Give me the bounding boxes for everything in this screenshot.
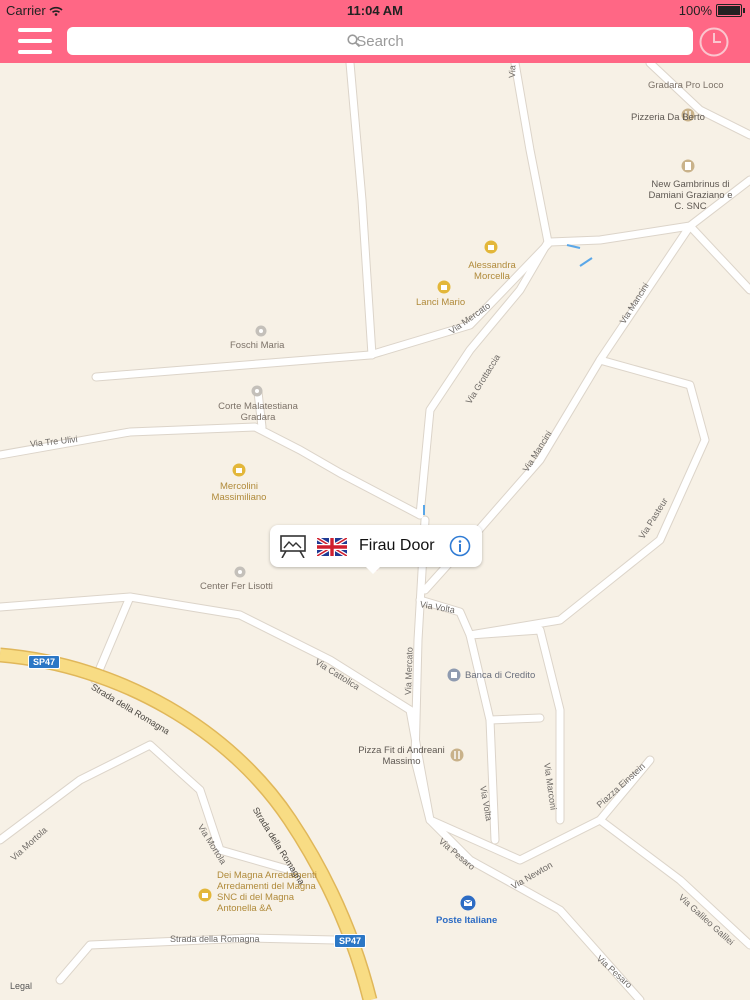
poi-marker[interactable] xyxy=(232,463,246,477)
uk-flag-icon xyxy=(317,538,347,556)
poi-marker[interactable] xyxy=(437,280,451,294)
poi-label[interactable]: Dei Magna Arredamenti Arredamenti del Ma… xyxy=(217,870,322,914)
map-view[interactable]: Gradara Pro Loco Pizzeria Da Berto New G… xyxy=(0,63,750,1000)
clock-time: 11:04 AM xyxy=(347,3,403,18)
poi-label[interactable]: Banca di Credito xyxy=(465,670,535,681)
poi-label[interactable]: Alessandra Morcella xyxy=(464,260,520,282)
status-bar: Carrier 11:04 AM 100% xyxy=(0,0,750,20)
poi-marker[interactable] xyxy=(234,566,246,578)
poi-marker[interactable] xyxy=(460,895,476,911)
street-label: Via Mercato xyxy=(403,646,415,696)
poi-marker[interactable] xyxy=(681,159,695,173)
navigation-bar: Search xyxy=(0,20,750,63)
battery-status: 100% xyxy=(679,3,745,18)
route-shield: SP47 xyxy=(334,934,367,948)
poi-label[interactable]: Center Fer Lisotti xyxy=(200,581,273,592)
poi-marker[interactable] xyxy=(484,240,498,254)
search-input[interactable]: Search xyxy=(67,27,693,55)
poi-label[interactable]: Poste Italiane xyxy=(436,915,497,926)
search-placeholder: Search xyxy=(356,33,404,50)
hamburger-menu-icon[interactable] xyxy=(18,28,52,54)
battery-icon xyxy=(716,4,745,17)
poi-marker[interactable] xyxy=(447,668,461,682)
poi-label[interactable]: Pizzeria Da Berto xyxy=(631,112,705,123)
poi-label[interactable]: Mercolini Massimiliano xyxy=(205,481,273,503)
route-shield: SP47 xyxy=(28,655,61,669)
poi-marker[interactable] xyxy=(255,325,267,337)
info-icon[interactable] xyxy=(449,535,471,557)
poi-label[interactable]: Lanci Mario xyxy=(416,297,465,308)
callout-title: Firau Door xyxy=(359,537,435,554)
clock-icon[interactable] xyxy=(698,26,730,58)
street-label: Strada della Romagna xyxy=(170,934,260,944)
easel-icon xyxy=(280,535,306,558)
poi-marker[interactable] xyxy=(450,748,464,762)
street-label: Via xyxy=(507,64,518,79)
poi-label[interactable]: Foschi Maria xyxy=(230,340,284,351)
callout-bubble[interactable]: Firau Door xyxy=(270,525,482,574)
poi-marker[interactable] xyxy=(251,385,263,397)
poi-label[interactable]: Pizza Fit di Andreani Massimo xyxy=(355,745,448,767)
poi-label[interactable]: Gradara Pro Loco xyxy=(648,80,724,91)
poi-label[interactable]: New Gambrinus di Damiani Graziano e C. S… xyxy=(643,179,738,212)
poi-marker[interactable] xyxy=(198,888,212,902)
legal-link[interactable]: Legal xyxy=(10,981,32,991)
poi-label[interactable]: Corte Malatestiana Gradara xyxy=(210,401,306,423)
